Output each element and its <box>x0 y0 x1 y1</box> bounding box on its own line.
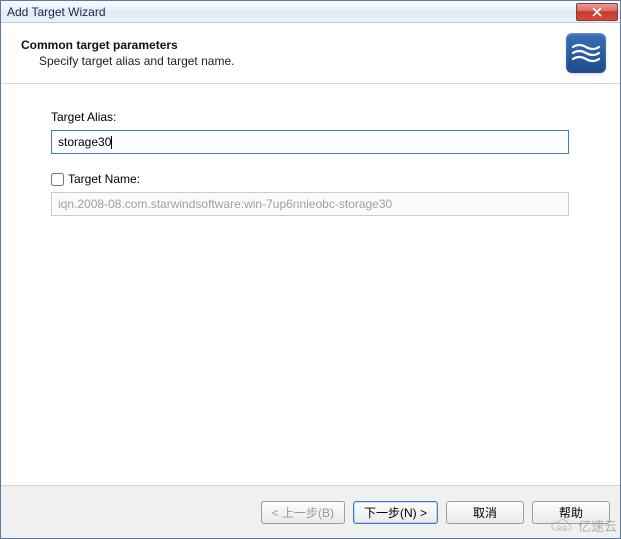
product-logo <box>566 33 606 73</box>
waves-icon <box>571 42 601 64</box>
header-text-block: Common target parameters Specify target … <box>21 38 566 68</box>
header-subtitle: Specify target alias and target name. <box>39 54 566 68</box>
wizard-header: Common target parameters Specify target … <box>1 23 620 84</box>
wizard-content: Target Alias: storage30 Target Name: <box>1 84 620 486</box>
wizard-window: Add Target Wizard Common target paramete… <box>0 0 621 539</box>
text-caret <box>111 136 112 149</box>
close-button[interactable] <box>576 3 618 21</box>
next-button[interactable]: 下一步(N) > <box>353 501 438 524</box>
target-name-checkbox[interactable] <box>51 173 64 186</box>
target-alias-input[interactable]: storage30 <box>51 130 569 154</box>
target-name-label: Target Name: <box>68 172 140 186</box>
target-alias-label: Target Alias: <box>51 110 580 124</box>
cancel-button[interactable]: 取消 <box>446 501 524 524</box>
help-button[interactable]: 帮助 <box>532 501 610 524</box>
header-title: Common target parameters <box>21 38 566 52</box>
wizard-footer: < 上一步(B) 下一步(N) > 取消 帮助 <box>1 486 620 538</box>
close-icon <box>592 7 602 17</box>
target-alias-group: Target Alias: storage30 <box>51 110 580 154</box>
back-button: < 上一步(B) <box>261 501 345 524</box>
target-name-input <box>51 192 569 216</box>
target-name-group: Target Name: <box>51 172 580 216</box>
target-alias-value: storage30 <box>58 135 111 149</box>
target-name-label-row: Target Name: <box>51 172 580 186</box>
window-title: Add Target Wizard <box>7 5 576 19</box>
titlebar: Add Target Wizard <box>1 1 620 23</box>
